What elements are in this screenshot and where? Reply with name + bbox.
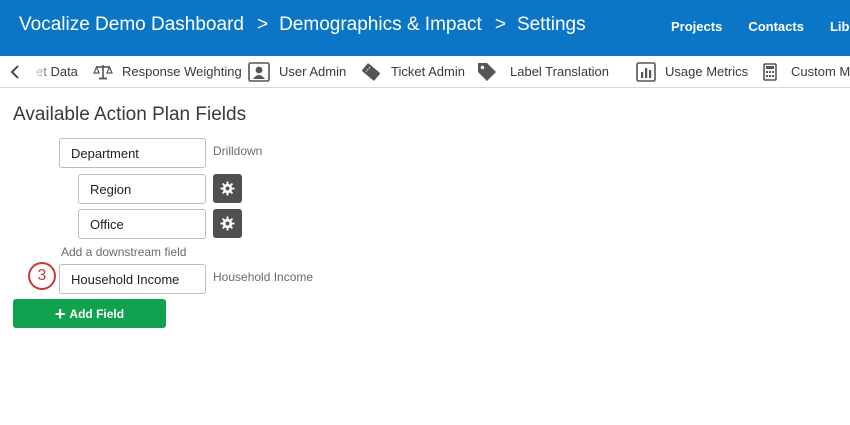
scale-icon [93,63,113,81]
toolbar-item-label: Custom Me [791,64,850,79]
user-card-icon [248,61,270,82]
toolbar-item-response-weighting[interactable]: Response Weighting [93,56,242,87]
breadcrumb-page[interactable]: Demographics & Impact [279,14,482,36]
scroll-left-button[interactable] [10,56,22,87]
toolbar-item-label: Usage Metrics [665,64,749,79]
bar-chart-icon [636,61,656,82]
toolbar-item-label: Label Translation [510,64,610,79]
add-field-button[interactable]: + Add Field [13,299,166,328]
toolbar-fade [26,56,52,87]
breadcrumb-dashboard[interactable]: Vocalize Demo Dashboard [19,14,244,36]
toolbar-item-label: User Admin [279,64,347,79]
plus-icon: + [54,303,66,324]
office-settings-button[interactable] [213,209,242,238]
field-household-income[interactable]: Household Income [59,264,206,294]
toolbar-item-custom-metrics[interactable]: Custom Me [763,56,850,87]
region-settings-button[interactable] [213,174,242,203]
settings-toolbar: et Data Response Weighting User Admin Ti… [0,56,850,88]
top-header: Vocalize Demo Dashboard > Demographics &… [0,0,850,56]
chevron-left-icon [10,64,19,79]
toolbar-item-label: Ticket Admin [391,64,465,79]
toolbar-item-user-admin[interactable]: User Admin [248,56,346,87]
field-region[interactable]: Region [78,174,206,204]
page-title: Available Action Plan Fields [13,104,247,125]
add-field-label: Add Field [69,306,125,321]
ticket-icon [360,61,382,83]
toolbar-item-label-translation[interactable]: Label Translation [476,56,609,87]
breadcrumb-settings[interactable]: Settings [517,14,586,36]
breadcrumb: Vocalize Demo Dashboard > Demographics &… [19,14,586,36]
toolbar-item-ticket-admin[interactable]: Ticket Admin [360,56,465,87]
field-description: Drilldown [213,144,263,158]
gear-icon [220,181,235,196]
nav-projects[interactable]: Projects [671,19,722,34]
toolbar-item-usage-metrics[interactable]: Usage Metrics [636,56,748,87]
field-description: Household Income [213,270,314,284]
toolbar-item-label: Response Weighting [122,64,242,79]
top-nav: Projects Contacts Library [671,19,850,34]
tag-icon [476,61,498,83]
nav-contacts[interactable]: Contacts [748,19,804,34]
field-department[interactable]: Department [59,138,206,168]
add-downstream-label: Add a downstream field [61,245,187,259]
gear-icon [220,216,235,231]
calculator-icon [763,62,777,81]
field-office[interactable]: Office [78,209,206,239]
breadcrumb-separator: > [494,14,506,35]
step-badge: 3 [28,262,56,290]
breadcrumb-separator: > [256,14,269,35]
nav-library[interactable]: Library [830,19,850,34]
